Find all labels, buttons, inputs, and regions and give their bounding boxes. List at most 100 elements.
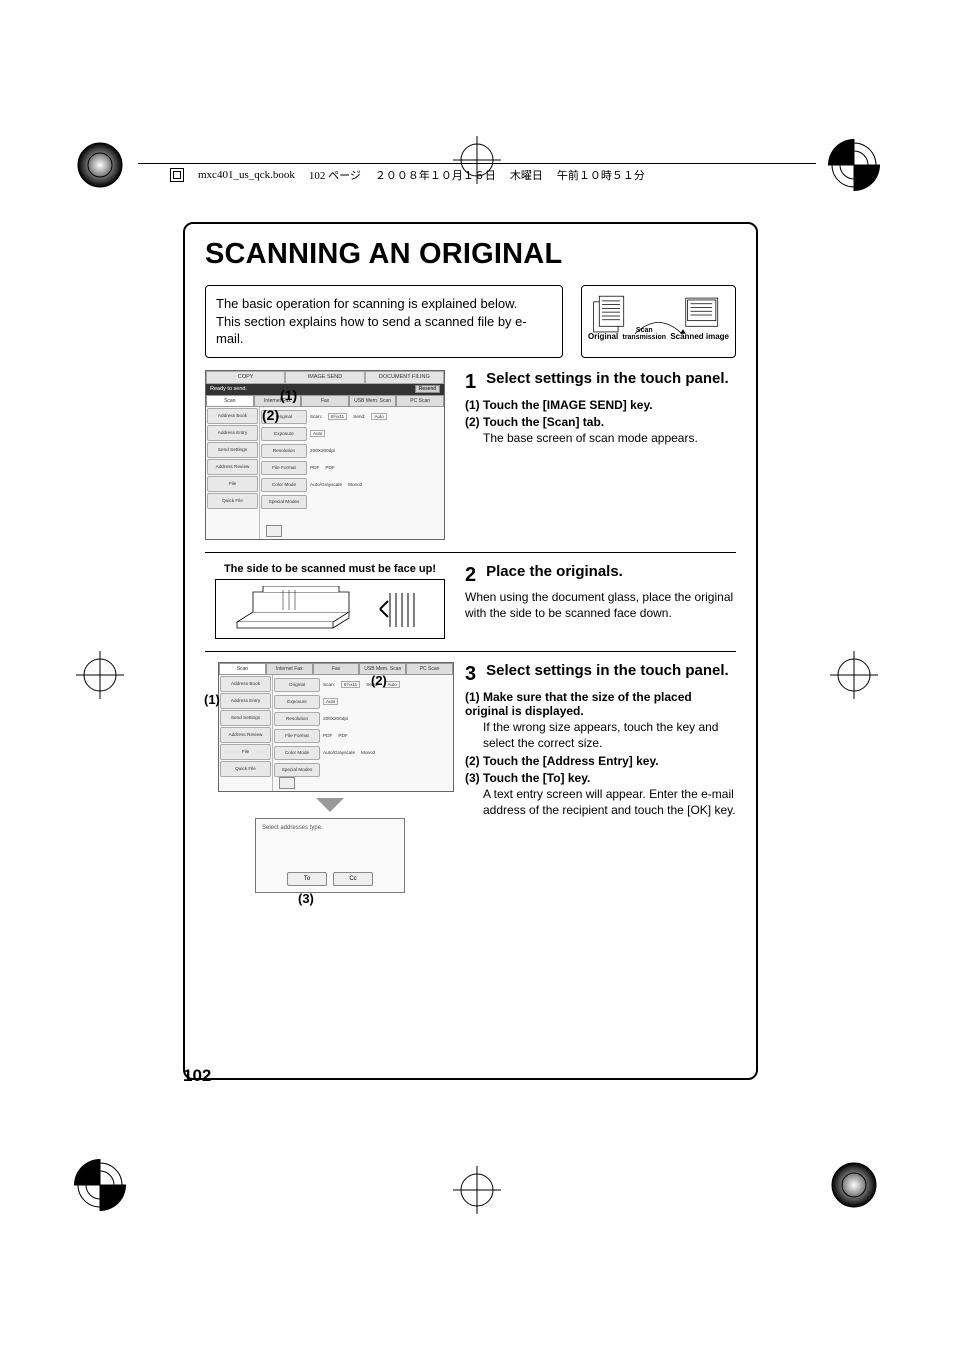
popup-cc-button: Cc xyxy=(333,872,373,886)
row-file-format-val2: PDF xyxy=(325,465,334,470)
divider xyxy=(205,651,736,652)
filename: mxc401_us_qck.book xyxy=(198,169,295,181)
row-color-mode-val1: Auto/Grayscale xyxy=(323,750,355,755)
side-file: File xyxy=(207,476,258,492)
row-color-mode-label: Color Mode xyxy=(274,746,320,760)
row-file-format-val1: PDF xyxy=(323,733,332,738)
row-color-mode-val1: Auto/Grayscale xyxy=(310,482,342,487)
register-mark-icon xyxy=(824,135,884,195)
page-number: 102 xyxy=(183,1066,211,1086)
scantab-pc-scan: PC Scan xyxy=(396,395,444,407)
row-original-scan: Scan: xyxy=(310,414,322,419)
intro-text-box: The basic operation for scanning is expl… xyxy=(205,285,563,358)
intro-line2: This section explains how to send a scan… xyxy=(216,313,552,348)
step2-body: When using the document glass, place the… xyxy=(465,589,736,621)
step1-heading: Select settings in the touch panel. xyxy=(486,370,736,395)
register-mark-icon xyxy=(824,1155,884,1215)
face-up-caption: The side to be scanned must be face up! xyxy=(205,563,455,575)
touch-panel-screenshot-2: Scan Internet Fax Fax USB Mem. Scan PC S… xyxy=(218,662,454,792)
tab-document-filing: DOCUMENT FILING xyxy=(365,371,444,384)
register-mark-icon xyxy=(447,1160,507,1220)
row-exposure-label: Exposure xyxy=(261,427,307,441)
row-color-mode-val2: Mono2 xyxy=(361,750,375,755)
row-special-modes-label: Special Modes xyxy=(261,495,307,509)
step3-sub2: (2) Touch the [Address Entry] key. xyxy=(465,754,736,768)
row-exposure-val: Auto xyxy=(310,430,325,437)
callout-2: (2) xyxy=(262,407,279,423)
step-number: 2 xyxy=(465,563,476,588)
down-arrow-icon xyxy=(316,798,344,812)
scantab-scan: Scan xyxy=(206,395,254,407)
register-mark-icon xyxy=(70,1155,130,1215)
row-file-format-label: File Format xyxy=(274,729,320,743)
row-color-mode-label: Color Mode xyxy=(261,478,307,492)
face-up-arrow-icon xyxy=(378,589,428,629)
row-resolution-val: 200X200dpi xyxy=(307,448,443,453)
row-resolution-label: Resolution xyxy=(274,712,320,726)
step3-sub1: (1) Make sure that the size of the place… xyxy=(465,690,736,718)
step2-heading: Place the originals. xyxy=(486,563,736,588)
row-color-mode-val2: Mono2 xyxy=(348,482,362,487)
step3-body1: If the wrong size appears, touch the key… xyxy=(465,719,736,751)
side-address-book: Address Book xyxy=(207,408,258,424)
preview-button-icon xyxy=(279,777,295,789)
page-jp: 102 ページ xyxy=(309,167,361,183)
callout-1: (1) xyxy=(204,692,220,707)
date-jp: ２００８年１０月１６日 xyxy=(375,167,496,183)
side-file: File xyxy=(220,744,271,760)
step3-heading: Select settings in the touch panel. xyxy=(486,662,736,687)
tab-copy: COPY xyxy=(206,371,285,384)
content-frame: SCANNING AN ORIGINAL The basic operation… xyxy=(183,222,758,1080)
build-metadata: mxc401_us_qck.book 102 ページ ２００８年１０月１６日 木… xyxy=(170,167,645,183)
step1-sub1: (1) Touch the [IMAGE SEND] key. xyxy=(465,398,736,412)
step3-sub3: (3) Touch the [To] key. xyxy=(465,771,736,785)
side-address-review: Address Review xyxy=(220,727,271,743)
row-original-scan: Scan: xyxy=(323,682,335,687)
document-feeder-diagram xyxy=(215,579,445,639)
scantab-internet-fax: Internet Fax xyxy=(266,663,313,675)
book-icon xyxy=(170,168,184,182)
callout-3: (3) xyxy=(298,891,314,906)
row-original-scan-val: 8½x11 xyxy=(328,413,347,420)
row-original-scan-val: 8½x11 xyxy=(341,681,360,688)
step3-body3: A text entry screen will appear. Enter t… xyxy=(465,786,736,818)
side-send-settings: Send Settings xyxy=(207,442,258,458)
header-rule xyxy=(138,163,816,164)
row-exposure-val: Auto xyxy=(323,698,338,705)
side-address-review: Address Review xyxy=(207,459,258,475)
row-file-format-label: File Format xyxy=(261,461,307,475)
weekday-jp: 木曜日 xyxy=(510,167,543,183)
row-original-label: Original xyxy=(274,678,320,692)
row-resolution-val: 200X200dpi xyxy=(320,716,452,721)
callout-1: (1) xyxy=(280,387,297,403)
row-file-format-val1: PDF xyxy=(310,465,319,470)
status-text: Ready to send. xyxy=(210,386,247,392)
preview-button-icon xyxy=(266,525,282,537)
time-jp: 午前１０時５１分 xyxy=(557,167,645,183)
side-address-entry: Address Entry xyxy=(207,425,258,441)
register-mark-icon xyxy=(70,645,130,705)
side-address-book: Address Book xyxy=(220,676,271,692)
scantab-usb-mem-scan: USB Mem. Scan xyxy=(349,395,397,407)
tab-image-send: IMAGE SEND xyxy=(285,371,364,384)
scantab-fax: Fax xyxy=(301,395,349,407)
register-mark-icon xyxy=(70,135,130,195)
row-exposure-label: Exposure xyxy=(274,695,320,709)
side-quick-file: Quick File xyxy=(207,493,258,509)
callout-2: (2) xyxy=(371,673,387,688)
row-original-send: Send: xyxy=(353,414,365,419)
popup-to-button: To xyxy=(287,872,327,886)
touch-panel-screenshot-1: COPY IMAGE SEND DOCUMENT FILING Ready to… xyxy=(205,370,445,540)
side-quick-file: Quick File xyxy=(220,761,271,777)
address-type-popup: Select addresses type. To Cc (3) xyxy=(255,818,405,893)
intro-line1: The basic operation for scanning is expl… xyxy=(216,295,552,313)
scantab-fax: Fax xyxy=(313,663,360,675)
page-title: SCANNING AN ORIGINAL xyxy=(205,238,736,271)
step-number: 3 xyxy=(465,662,476,687)
popup-title: Select addresses type. xyxy=(262,825,398,831)
side-send-settings: Send Settings xyxy=(220,710,271,726)
row-original-send-val: Auto xyxy=(371,413,386,420)
step-number: 1 xyxy=(465,370,476,395)
scan-transmission-diagram: Original Scantransmission Scanned image xyxy=(581,285,736,358)
step1-body2: The base screen of scan mode appears. xyxy=(465,430,736,446)
